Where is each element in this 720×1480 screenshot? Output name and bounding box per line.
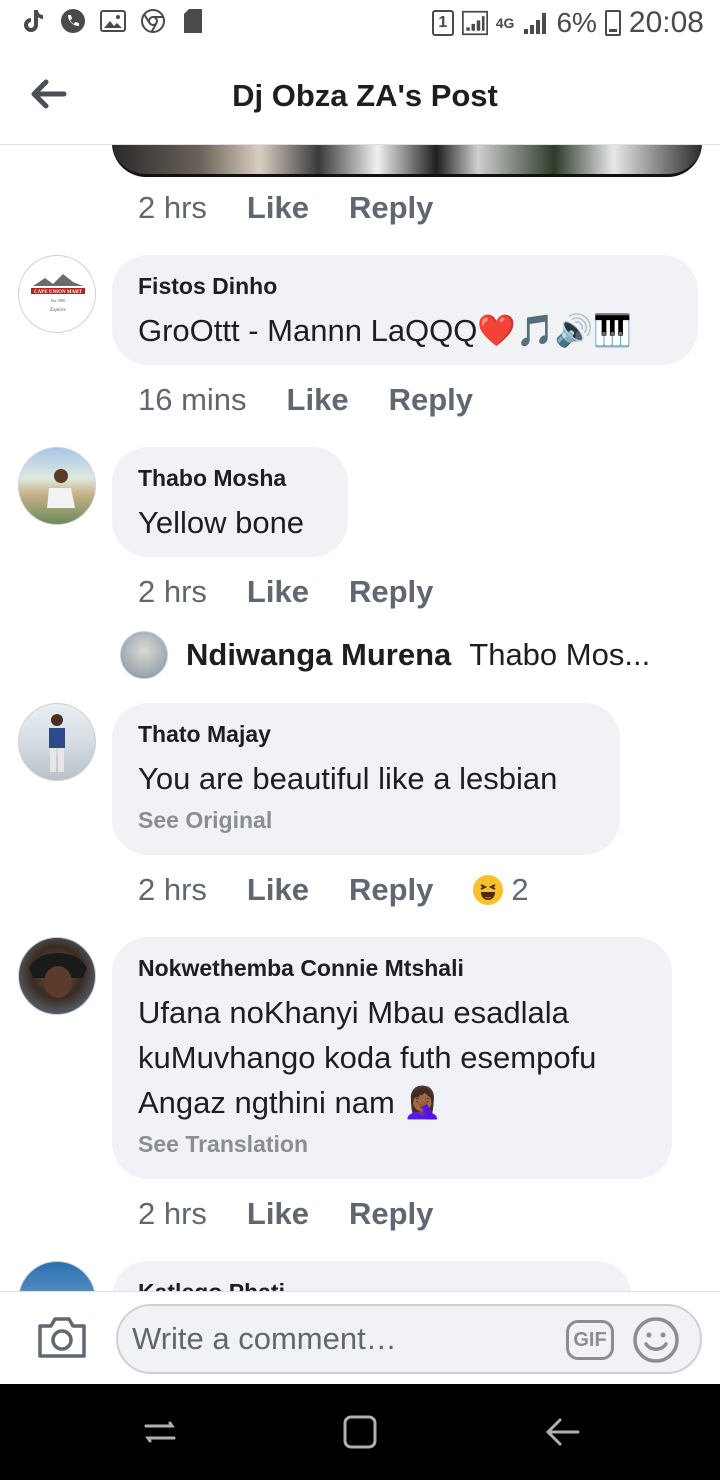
see-original-link[interactable]: See Original — [138, 807, 594, 834]
svg-text:Explore: Explore — [49, 308, 66, 313]
comment-actions: 2 hrs Like Reply — [138, 1196, 473, 1232]
comment-input[interactable] — [132, 1316, 552, 1362]
comment-text: GroOttt - Mannn LaQQQ❤️🎵🔊🎹 — [138, 313, 632, 348]
status-bar-system: 1 4G 6% 20:08 — [431, 6, 704, 40]
like-button[interactable]: Like — [247, 574, 309, 610]
camera-icon[interactable] — [36, 1314, 88, 1360]
reply-preview[interactable]: Ndiwanga Murena Thabo Mos... — [120, 631, 650, 679]
back-nav-icon[interactable] — [542, 1412, 582, 1452]
reply-author[interactable]: Ndiwanga Murena — [186, 637, 451, 673]
avatar[interactable]: CAPE UNION MART Est 1980 Explore — [18, 255, 96, 333]
emoji-icon[interactable] — [632, 1316, 680, 1364]
comment-author[interactable]: Nokwethemba Connie Mtshali — [138, 955, 646, 982]
avatar[interactable] — [18, 447, 96, 525]
see-translation-link[interactable]: See Translation — [138, 1131, 646, 1158]
like-button[interactable]: Like — [287, 382, 349, 418]
reaction-count: 2 — [511, 872, 529, 907]
recent-apps-icon[interactable] — [140, 1412, 180, 1452]
comment-actions: 16 mins Like Reply — [138, 382, 513, 418]
comment-time: 16 mins — [138, 382, 247, 417]
reaction-summary[interactable]: 2 — [473, 872, 529, 908]
comment-bubble[interactable]: Nokwethemba Connie Mtshali Ufana noKhany… — [112, 937, 672, 1179]
comment-composer: GIF — [0, 1291, 720, 1384]
reply-button[interactable]: Reply — [389, 382, 473, 418]
comment-text: Ufana noKhanyi Mbau esadlala kuMuvhango … — [138, 995, 597, 1120]
battery-percent: 6% — [556, 7, 597, 38]
avatar[interactable] — [18, 937, 96, 1015]
haha-reaction-icon — [473, 875, 504, 905]
svg-text:Est 1980: Est 1980 — [51, 298, 65, 303]
like-button[interactable]: Like — [247, 872, 309, 908]
avatar[interactable] — [120, 631, 168, 679]
comment-author[interactable]: Thabo Mosha — [138, 465, 322, 492]
post-image[interactable] — [112, 145, 702, 177]
status-bar-notifications — [20, 8, 206, 34]
system-nav-bar — [0, 1384, 720, 1480]
comment-author[interactable]: Fistos Dinho — [138, 273, 672, 300]
sim-indicator: 1 — [431, 10, 454, 36]
post-header: Dj Obza ZA's Post — [0, 50, 720, 145]
comment-time: 2 hrs — [138, 574, 207, 609]
reply-button[interactable]: Reply — [349, 190, 433, 226]
sd-card-icon — [180, 8, 206, 34]
phone-icon — [60, 8, 86, 34]
comment-bubble[interactable]: Katlego Phati — [112, 1261, 632, 1291]
comment-time: 2 hrs — [138, 190, 207, 225]
comment-author[interactable]: Thato Majay — [138, 721, 594, 748]
like-button[interactable]: Like — [247, 190, 309, 226]
comment-feed[interactable]: 2 hrs Like Reply CAPE UNION MART Est 198… — [0, 145, 720, 1291]
signal-icon — [461, 10, 488, 36]
gif-button[interactable]: GIF — [566, 1320, 614, 1360]
comment-input-container[interactable]: GIF — [116, 1304, 702, 1374]
chrome-icon — [140, 8, 166, 34]
reply-text: Thabo Mos... — [469, 637, 651, 672]
comment-author[interactable]: Katlego Phati — [138, 1279, 606, 1291]
avatar[interactable] — [18, 1261, 96, 1291]
clock: 20:08 — [628, 6, 704, 39]
comment-bubble[interactable]: Thabo Mosha Yellow bone — [112, 447, 348, 557]
battery-icon — [604, 10, 621, 36]
comment-actions: 2 hrs Like Reply 2 — [138, 872, 529, 908]
comment-time: 2 hrs — [138, 872, 207, 907]
home-icon[interactable] — [340, 1412, 380, 1452]
comment-actions: 2 hrs Like Reply — [138, 574, 473, 610]
comment-bubble[interactable]: Thato Majay You are beautiful like a les… — [112, 703, 620, 855]
avatar-logo-text: CAPE UNION MART — [34, 290, 83, 295]
avatar[interactable] — [18, 703, 96, 781]
comment-bubble[interactable]: Fistos Dinho GroOttt - Mannn LaQQQ❤️🎵🔊🎹 — [112, 255, 698, 365]
like-button[interactable]: Like — [247, 1196, 309, 1232]
status-bar: 1 4G 6% 20:08 — [0, 0, 720, 50]
network-type: 4G — [495, 15, 515, 31]
comment-actions: 2 hrs Like Reply — [138, 190, 473, 226]
reply-button[interactable]: Reply — [349, 1196, 433, 1232]
tiktok-icon — [20, 8, 46, 34]
comment-time: 2 hrs — [138, 1196, 207, 1231]
signal-bars-icon — [522, 10, 548, 36]
comment-text: Yellow bone — [138, 505, 305, 540]
reply-button[interactable]: Reply — [349, 872, 433, 908]
page-title: Dj Obza ZA's Post — [232, 78, 498, 113]
reply-button[interactable]: Reply — [349, 574, 433, 610]
comment-text: You are beautiful like a lesbian — [138, 761, 558, 796]
gallery-icon — [100, 8, 126, 34]
